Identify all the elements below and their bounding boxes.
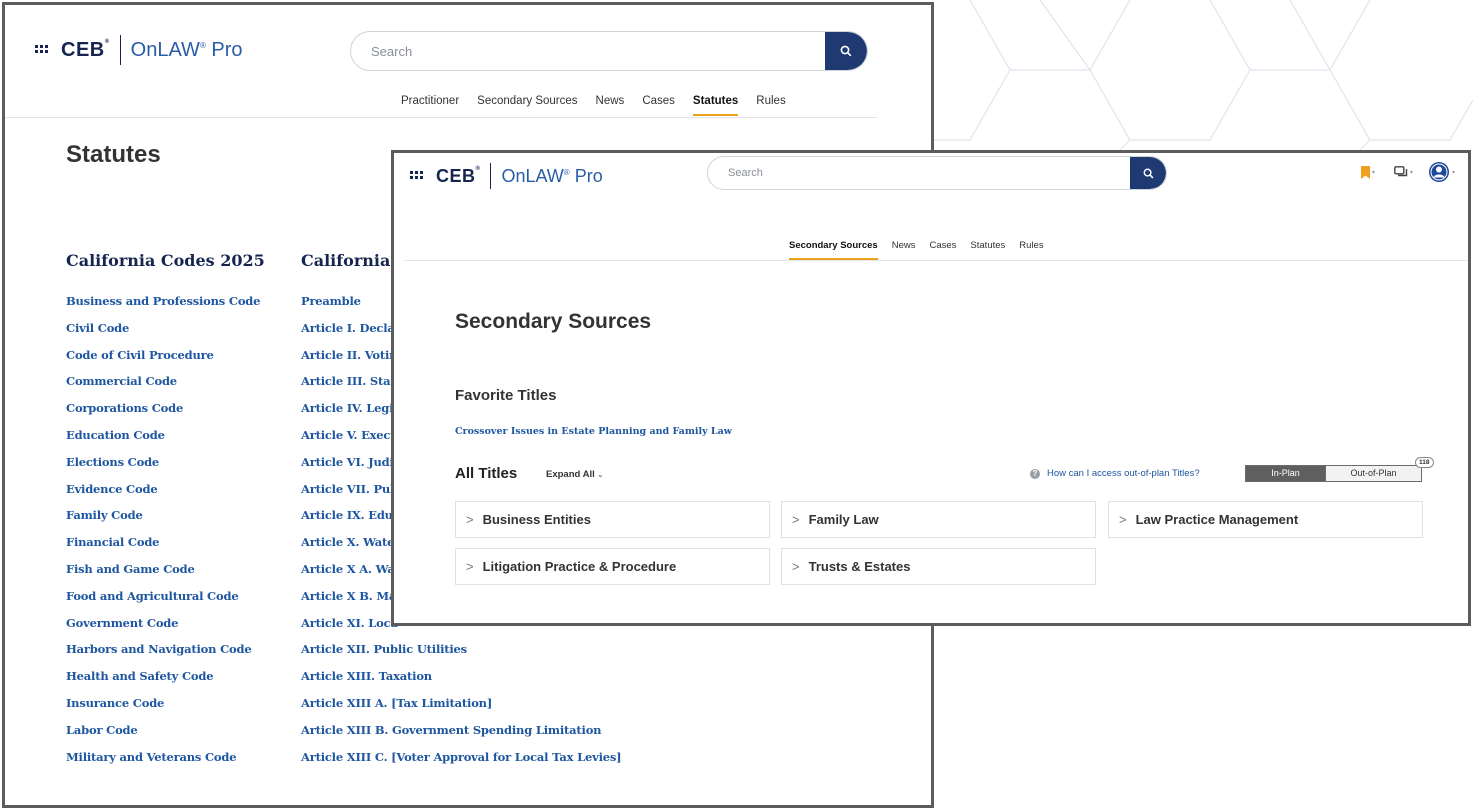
category-label: Business Entities xyxy=(482,512,591,527)
favorite-titles-heading: Favorite Titles xyxy=(455,387,557,404)
statute-link[interactable]: Article XIII A. [Tax Limitation] xyxy=(301,695,621,722)
category-law-practice-management[interactable]: > Law Practice Management xyxy=(1108,501,1423,538)
chevron-right-icon: > xyxy=(792,512,800,527)
hexagon-pattern-decoration xyxy=(930,0,1473,170)
statute-link[interactable]: Code of Civil Procedure xyxy=(66,347,260,374)
category-label: Family Law xyxy=(808,512,879,527)
favorite-title-link[interactable]: Crossover Issues in Estate Planning and … xyxy=(455,426,732,437)
chevron-right-icon: > xyxy=(1119,512,1127,527)
statute-link[interactable]: Education Code xyxy=(66,427,260,454)
main-nav: Secondary Sources News Cases Statutes Ru… xyxy=(789,240,1044,260)
statute-link[interactable]: Corporations Code xyxy=(66,400,260,427)
expand-all-label: Expand All xyxy=(546,469,595,480)
chevron-right-icon: > xyxy=(466,512,474,527)
user-menu[interactable]: ▾ xyxy=(1428,161,1455,183)
statute-link[interactable]: Commercial Code xyxy=(66,373,260,400)
statute-link[interactable]: Harbors and Navigation Code xyxy=(66,641,260,668)
search-bar[interactable]: Search xyxy=(350,31,868,71)
tab-statutes[interactable]: Statutes xyxy=(692,95,739,116)
category-trusts-estates[interactable]: > Trusts & Estates xyxy=(781,548,1096,585)
ceb-wordmark: CEB® xyxy=(61,38,110,61)
tab-statutes[interactable]: Statutes xyxy=(970,240,1005,260)
tab-practitioner[interactable]: Practitioner xyxy=(401,95,459,116)
user-avatar-icon xyxy=(1429,162,1449,182)
logo-divider xyxy=(119,35,121,65)
chevron-right-icon: > xyxy=(466,559,474,574)
search-icon xyxy=(1143,168,1153,178)
help-icon: ? xyxy=(1030,468,1040,479)
search-input[interactable]: Search xyxy=(351,44,825,59)
statute-link[interactable]: Financial Code xyxy=(66,534,260,561)
statute-link[interactable]: Article XIII B. Government Spending Limi… xyxy=(301,722,621,749)
in-plan-toggle-button[interactable]: In-Plan xyxy=(1245,465,1326,482)
tab-news[interactable]: News xyxy=(596,95,625,116)
expand-all-button[interactable]: Expand All ⌄ xyxy=(546,469,603,480)
category-label: Trusts & Estates xyxy=(808,559,911,574)
category-litigation-practice-procedure[interactable]: > Litigation Practice & Procedure xyxy=(455,548,770,585)
statute-link[interactable]: Insurance Code xyxy=(66,695,260,722)
statute-link[interactable]: Government Code xyxy=(66,615,260,642)
category-label: Law Practice Management xyxy=(1135,512,1299,527)
apps-grid-icon[interactable] xyxy=(35,45,49,55)
codes-link-list: Business and Professions Code Civil Code C… xyxy=(66,293,260,775)
statute-link[interactable]: Fish and Game Code xyxy=(66,561,260,588)
tab-secondary-sources[interactable]: Secondary Sources xyxy=(477,95,577,116)
statute-link[interactable]: Health and Safety Code xyxy=(66,668,260,695)
logo-divider xyxy=(490,163,492,189)
chevron-down-icon: ▾ xyxy=(1410,169,1414,176)
nav-divider xyxy=(5,117,877,118)
statute-link[interactable]: Family Code xyxy=(66,507,260,534)
app-logo[interactable]: CEB® OnLAW® Pro xyxy=(35,35,243,65)
chevron-down-icon: ▾ xyxy=(1452,169,1456,176)
all-titles-heading: All Titles xyxy=(455,465,518,482)
chevron-right-icon: > xyxy=(792,559,800,574)
page-title: Secondary Sources xyxy=(455,310,652,333)
search-button[interactable] xyxy=(1130,157,1166,189)
statute-link[interactable]: Business and Professions Code xyxy=(66,293,260,320)
statute-link[interactable]: Article XIII. Taxation xyxy=(301,668,621,695)
statute-link[interactable]: Military and Veterans Code xyxy=(66,749,260,776)
bookmarks-menu[interactable]: ▾ xyxy=(1361,166,1375,179)
tab-rules[interactable]: Rules xyxy=(1019,240,1043,260)
tab-cases[interactable]: Cases xyxy=(929,240,956,260)
plan-toggle[interactable]: In-Plan Out-of-Plan xyxy=(1245,465,1422,482)
out-of-plan-help-label: How can I access out-of-plan Titles? xyxy=(1047,468,1200,479)
messages-menu[interactable]: ▾ xyxy=(1394,166,1413,178)
apps-grid-icon[interactable] xyxy=(410,171,424,181)
tab-rules[interactable]: Rules xyxy=(756,95,785,116)
nav-divider xyxy=(404,260,1468,261)
statute-link[interactable]: Elections Code xyxy=(66,454,260,481)
category-family-law[interactable]: > Family Law xyxy=(781,501,1096,538)
bookmark-icon xyxy=(1361,166,1370,179)
category-label: Litigation Practice & Procedure xyxy=(482,559,677,574)
app-logo[interactable]: CEB® OnLAW® Pro xyxy=(410,163,603,189)
column-heading-codes: California Codes 2025 xyxy=(66,251,265,270)
out-of-plan-count-badge: 118 xyxy=(1415,457,1434,468)
ceb-wordmark: CEB® xyxy=(436,165,481,186)
chevron-down-icon: ▾ xyxy=(1372,170,1376,176)
tab-news[interactable]: News xyxy=(892,240,916,260)
tab-cases[interactable]: Cases xyxy=(642,95,675,116)
secondary-sources-window: CEB® OnLAW® Pro Search ▾ ▾ ▾ Secondary S… xyxy=(391,150,1471,626)
search-icon xyxy=(840,45,852,57)
onlaw-wordmark: OnLAW® Pro xyxy=(501,165,603,186)
statute-link[interactable]: Evidence Code xyxy=(66,481,260,508)
tab-secondary-sources[interactable]: Secondary Sources xyxy=(789,240,878,260)
statute-link[interactable]: Food and Agricultural Code xyxy=(66,588,260,615)
search-button[interactable] xyxy=(825,32,867,70)
chat-icon xyxy=(1394,166,1408,177)
statute-link[interactable]: Article XII. Public Utilities xyxy=(301,641,621,668)
search-input[interactable]: Search xyxy=(708,167,1130,179)
out-of-plan-toggle-button[interactable]: Out-of-Plan xyxy=(1326,465,1422,482)
statute-link[interactable]: Civil Code xyxy=(66,320,260,347)
onlaw-wordmark: OnLAW® Pro xyxy=(130,38,243,61)
main-nav: Practitioner Secondary Sources News Case… xyxy=(401,95,786,116)
chevron-down-icon: ⌄ xyxy=(597,472,604,479)
out-of-plan-help-link[interactable]: ? How can I access out-of-plan Titles? xyxy=(1030,468,1200,479)
category-business-entities[interactable]: > Business Entities xyxy=(455,501,770,538)
page-title: Statutes xyxy=(66,141,161,168)
search-bar[interactable]: Search xyxy=(707,156,1167,190)
statute-link[interactable]: Labor Code xyxy=(66,722,260,749)
statute-link[interactable]: Article XIII C. [Voter Approval for Loca… xyxy=(301,749,622,776)
